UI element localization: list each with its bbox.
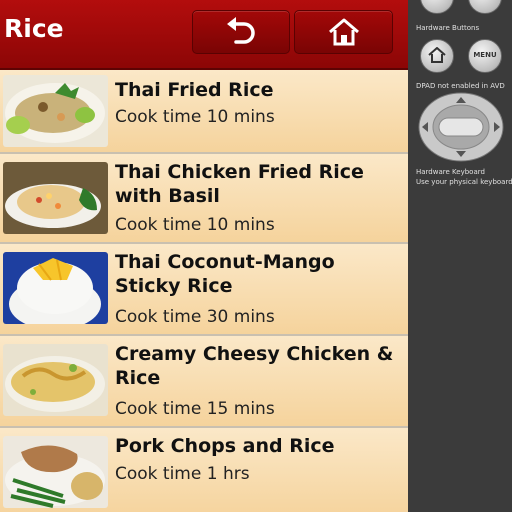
list-item[interactable]: Thai Chicken Fried Rice with Basil Cook … bbox=[0, 154, 408, 244]
list-item[interactable]: Thai Coconut-Mango Sticky Rice Cook time… bbox=[0, 244, 408, 336]
back-button[interactable] bbox=[192, 10, 290, 54]
page-title: Rice bbox=[4, 14, 64, 43]
recipe-cook-time: Cook time 1 hrs bbox=[115, 464, 250, 484]
recipe-cook-time: Cook time 10 mins bbox=[115, 215, 275, 235]
menu-label: MENU bbox=[473, 51, 497, 59]
undo-arrow-icon bbox=[227, 17, 255, 44]
hardware-keyboard-label: Hardware Keyboard bbox=[416, 168, 485, 176]
emulator-volume-button[interactable] bbox=[420, 0, 454, 14]
action-bar: Rice bbox=[0, 0, 408, 70]
home-icon bbox=[428, 47, 446, 63]
recipe-title: Thai Chicken Fried Rice with Basil bbox=[115, 161, 364, 207]
app-screen: Rice Thai Fried Rice Cook time 10 mins T… bbox=[0, 0, 408, 512]
emulator-menu-button[interactable]: MENU bbox=[468, 39, 502, 73]
dpad-status-label: DPAD not enabled in AVD bbox=[416, 82, 505, 90]
recipe-thumbnail bbox=[3, 75, 108, 147]
recipe-thumbnail bbox=[3, 252, 108, 324]
list-item[interactable]: Thai Fried Rice Cook time 10 mins bbox=[0, 70, 408, 154]
recipe-title: Pork Chops and Rice bbox=[115, 435, 335, 457]
recipe-thumbnail bbox=[3, 344, 108, 416]
hardware-keyboard-hint: Use your physical keyboard bbox=[416, 178, 512, 186]
recipe-title: Thai Coconut-Mango Sticky Rice bbox=[115, 251, 335, 297]
recipe-thumbnail bbox=[3, 436, 108, 508]
hardware-buttons-label: Hardware Buttons bbox=[416, 24, 480, 32]
recipe-cook-time: Cook time 10 mins bbox=[115, 107, 275, 127]
recipe-title: Creamy Cheesy Chicken & Rice bbox=[115, 343, 394, 389]
recipe-cook-time: Cook time 15 mins bbox=[115, 399, 275, 419]
dpad-control[interactable] bbox=[418, 92, 504, 162]
recipe-cook-time: Cook time 30 mins bbox=[115, 307, 275, 327]
emulator-side-panel: Hardware Buttons MENU DPAD not enabled i… bbox=[408, 0, 512, 512]
home-button[interactable] bbox=[294, 10, 393, 54]
list-item[interactable]: Creamy Cheesy Chicken & Rice Cook time 1… bbox=[0, 336, 408, 428]
emulator-home-button[interactable] bbox=[420, 39, 454, 73]
recipe-title: Thai Fried Rice bbox=[115, 79, 274, 101]
recipe-thumbnail bbox=[3, 162, 108, 234]
home-icon bbox=[328, 18, 359, 46]
emulator-volume-button[interactable] bbox=[468, 0, 502, 14]
list-item[interactable]: Pork Chops and Rice Cook time 1 hrs bbox=[0, 428, 408, 512]
